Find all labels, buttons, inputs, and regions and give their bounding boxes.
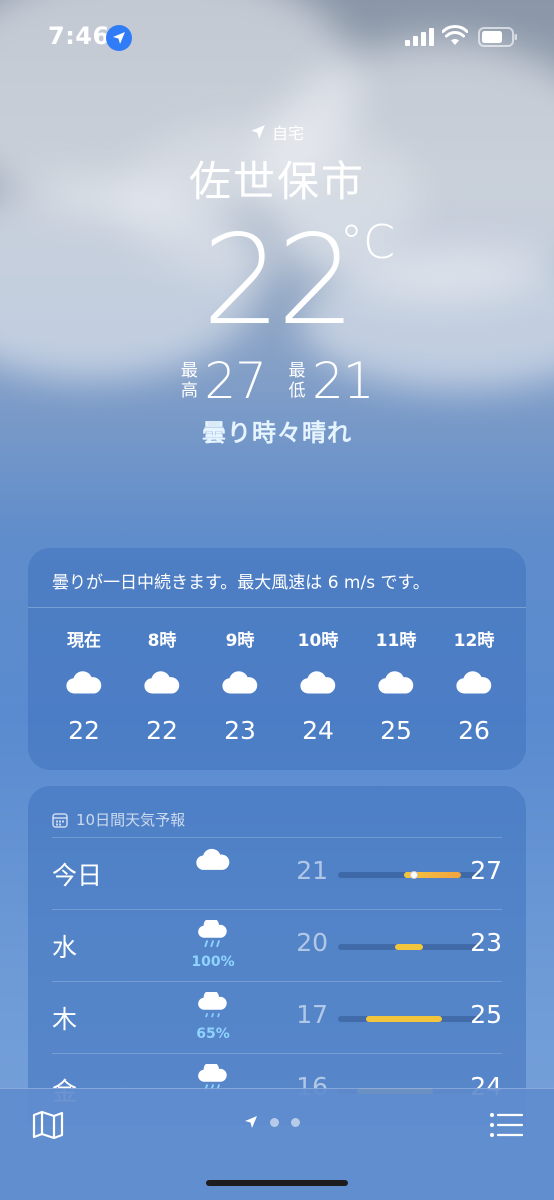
battery-icon [478,27,517,47]
day-label: 今日 [52,861,103,890]
low-temp: 17 [296,1000,328,1029]
status-bar: 7:46 [0,0,554,72]
cloud-drizzle-icon: 65% [188,989,238,1042]
home-indicator[interactable] [206,1180,348,1186]
high-temp: 25 [470,1000,502,1029]
hour-label: 11時 [375,631,417,651]
daily-row[interactable]: 木 65% 17 25 [52,982,502,1054]
hour-temperature: 24 [302,716,334,745]
hourly-forecast-card[interactable]: 曇りが一日中続きます。最大風速は 6 m/s です。 現在 22 8時 22 9時 … [28,548,526,770]
day-label: 木 [52,1005,78,1034]
temperature-unit: °C [340,215,396,269]
high-value: 27 [204,352,267,410]
hour-temperature: 23 [224,716,256,745]
daily-row[interactable]: 今日 21 27 [52,838,502,910]
list-icon[interactable] [486,1107,526,1143]
cloud-icon [436,660,512,706]
hourly-item: 12時 26 [436,626,512,745]
current-temp-dot [409,871,418,879]
hourly-item: 11時 25 [358,626,434,745]
cloud-icon [188,848,238,874]
city-name: 佐世保市 [188,157,365,206]
cellular-signal-icon [405,28,434,46]
low-temp: 20 [296,928,328,957]
page-dot[interactable] [291,1117,300,1127]
hourly-item: 8時 22 [124,626,200,745]
ten-day-forecast-card[interactable]: 10日間天気予報 今日 21 27 水 100% 20 23 木 65% 17 25… [28,786,526,1126]
current-location-page-icon[interactable] [244,1115,258,1129]
daily-row[interactable]: 水 100% 20 23 [52,910,502,982]
precip-chance: 65% [196,1026,230,1042]
low-label: 最低 [288,361,306,401]
low-value: 21 [312,352,375,410]
temp-range-fill [394,944,424,950]
high-label: 最高 [180,361,198,401]
page-dot[interactable] [270,1117,279,1127]
hour-temperature: 26 [458,716,490,745]
current-weather-header: 自宅 佐世保市 22 °C 最高 27 最低 21 曇り時々晴れ [0,120,554,448]
page-indicator[interactable] [244,1115,300,1129]
temp-range-track [338,944,480,950]
location-services-icon [106,25,132,51]
hour-label: 8時 [147,631,177,651]
hour-label: 現在 [67,631,101,651]
calendar-icon [52,812,68,828]
high-temp: 27 [470,856,502,885]
temp-range-fill [366,1016,443,1022]
hour-temperature: 22 [146,716,178,745]
map-icon[interactable] [30,1107,66,1143]
hourly-item: 現在 22 [46,626,122,745]
forecast-summary: 曇りが一日中続きます。最大風速は 6 m/s です。 [28,548,526,608]
hourly-item: 9時 23 [202,626,278,745]
wifi-icon [442,25,468,45]
cloud-icon [124,660,200,706]
cloud-icon [358,660,434,706]
high-low: 最高 27 最低 21 [0,352,554,410]
ten-day-title: 10日間天気予報 [76,811,186,829]
location-arrow-icon [251,125,265,139]
hour-label: 10時 [297,631,339,651]
temp-range-track [338,1016,480,1022]
cloud-icon [46,660,122,706]
day-label: 水 [52,933,78,962]
low-temp: 21 [296,856,328,885]
hour-temperature: 22 [68,716,100,745]
high-temp: 23 [470,928,502,957]
hour-temperature: 25 [380,716,412,745]
location-tag-label: 自宅 [271,124,304,143]
cloud-rain-icon: 100% [188,917,238,970]
status-time: 7:46 [48,22,110,50]
ten-day-header: 10日間天気予報 [52,786,502,838]
location-tag: 自宅 [0,120,554,144]
cloud-icon [202,660,278,706]
current-temperature: 22 [202,209,356,353]
precip-chance: 100% [191,954,235,970]
condition-text: 曇り時々晴れ [202,419,352,447]
cloud-icon [280,660,356,706]
hour-label: 12時 [453,631,495,651]
hour-label: 9時 [225,631,255,651]
hourly-item: 10時 24 [280,626,356,745]
temp-range-track [338,871,480,879]
